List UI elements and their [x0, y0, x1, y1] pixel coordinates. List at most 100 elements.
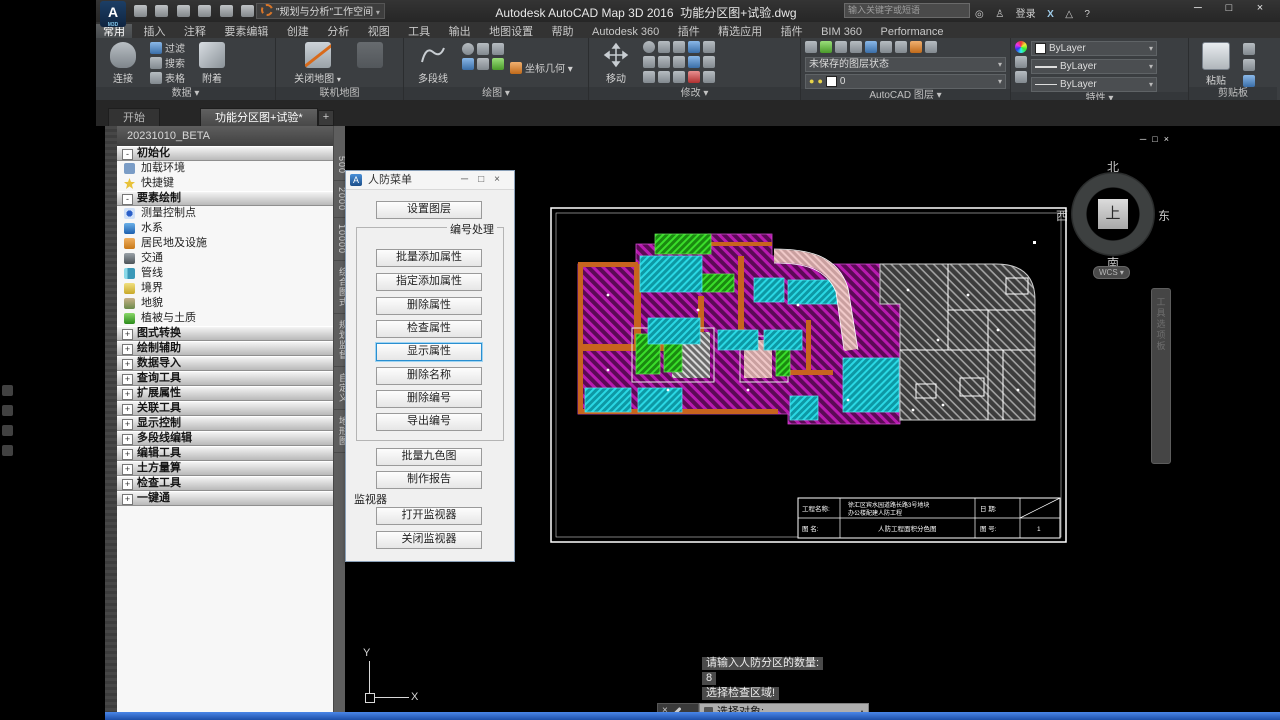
- object-color-dropdown[interactable]: ByLayer▾: [1031, 41, 1157, 56]
- undo-icon[interactable]: [220, 5, 233, 17]
- paste-special-icon[interactable]: [1243, 75, 1255, 87]
- doc-close-button[interactable]: ×: [1164, 134, 1175, 144]
- array-icon[interactable]: [688, 41, 700, 53]
- open-file-icon[interactable]: [155, 5, 168, 17]
- close-monitor-button[interactable]: 关闭监视器: [376, 531, 482, 549]
- infocenter-search-input[interactable]: 输入关键字或短语: [844, 3, 970, 18]
- table-button[interactable]: 表格: [150, 71, 185, 84]
- line-tool-icon[interactable]: [492, 43, 504, 55]
- layer-freeze-icon[interactable]: [850, 41, 862, 53]
- anchored-palette-bar[interactable]: 工具选项板: [1151, 288, 1171, 464]
- layer-match-icon[interactable]: [895, 41, 907, 53]
- save-file-icon[interactable]: [177, 5, 190, 17]
- edit-polyline-icon[interactable]: [688, 71, 700, 83]
- viewcube-top-face[interactable]: 上: [1098, 199, 1128, 229]
- section-extended-properties[interactable]: +扩展属性: [117, 386, 333, 401]
- connect-button[interactable]: 连接: [100, 41, 146, 85]
- join-icon[interactable]: [703, 71, 715, 83]
- dialog-minimize-button[interactable]: ─: [461, 174, 478, 185]
- search-button[interactable]: 搜索: [150, 56, 185, 69]
- plot-icon[interactable]: [198, 5, 211, 17]
- close-button[interactable]: ×: [1246, 2, 1274, 14]
- rotate-icon[interactable]: [643, 41, 655, 53]
- layer-off-icon[interactable]: [865, 41, 877, 53]
- paste-button[interactable]: 粘贴: [1193, 41, 1239, 87]
- stretch-icon[interactable]: [643, 56, 655, 68]
- attach-button[interactable]: 附着: [189, 41, 235, 85]
- batch-nine-color-button[interactable]: 批量九色图: [376, 448, 482, 466]
- section-initialization[interactable]: -初始化: [117, 146, 333, 161]
- section-edit-tools[interactable]: +编辑工具: [117, 446, 333, 461]
- lineweight-dropdown[interactable]: ByLayer▾: [1031, 59, 1157, 74]
- arc-tool-icon[interactable]: [477, 43, 489, 55]
- tree-item-water[interactable]: 水系: [117, 221, 333, 236]
- point-tool-icon[interactable]: [477, 58, 489, 70]
- export-number-button[interactable]: 导出编号: [376, 413, 482, 431]
- section-check-tools[interactable]: +检查工具: [117, 476, 333, 491]
- section-feature-drawing[interactable]: -要素绘制: [117, 191, 333, 206]
- section-query-tools[interactable]: +查询工具: [117, 371, 333, 386]
- layer-isolate-icon[interactable]: [835, 41, 847, 53]
- erase-icon[interactable]: [703, 56, 715, 68]
- open-monitor-button[interactable]: 打开监视器: [376, 507, 482, 525]
- break-icon[interactable]: [673, 71, 685, 83]
- section-earthwork[interactable]: +土方量算: [117, 461, 333, 476]
- viewcube[interactable]: 北 西 东 南 上 WCS ▾: [1068, 158, 1158, 278]
- batch-add-attribute-button[interactable]: 批量添加属性: [376, 249, 482, 267]
- layer-walk-icon[interactable]: [910, 41, 922, 53]
- section-polyline-edit[interactable]: +多段线编辑: [117, 431, 333, 446]
- tree-item-pipelines[interactable]: 管线: [117, 266, 333, 281]
- tree-item-residential[interactable]: 居民地及设施: [117, 236, 333, 251]
- cogo-button[interactable]: 坐标几何 ▾: [510, 61, 573, 74]
- show-attribute-button[interactable]: 显示属性: [376, 343, 482, 361]
- offset-icon[interactable]: [673, 56, 685, 68]
- trim-icon[interactable]: [673, 41, 685, 53]
- dialog-title-bar[interactable]: A 人防菜单 ─□×: [346, 171, 514, 190]
- linetype-dropdown[interactable]: ByLayer▾: [1031, 77, 1157, 92]
- scale-icon[interactable]: [688, 56, 700, 68]
- hatch-properties-icon[interactable]: [1015, 71, 1027, 83]
- communication-icon[interactable]: △: [1065, 9, 1073, 20]
- panel-label-draw[interactable]: 绘图 ▾: [404, 87, 588, 100]
- mirror-icon[interactable]: [658, 41, 670, 53]
- polygon-tool-icon[interactable]: [492, 58, 504, 70]
- tree-item-terrain[interactable]: 地貌: [117, 296, 333, 311]
- viewcube-east[interactable]: 东: [1156, 207, 1172, 224]
- help-icon[interactable]: ?: [1084, 9, 1090, 20]
- tree-item-vegetation[interactable]: 植被与土质: [117, 311, 333, 326]
- check-attribute-button[interactable]: 检查属性: [376, 320, 482, 338]
- workspace-switcher[interactable]: "规划与分析"工作空间 ▾: [256, 3, 385, 19]
- tree-item-load-environment[interactable]: 加载环境: [117, 161, 333, 176]
- tree-item-hotkeys[interactable]: 快捷键: [117, 176, 333, 191]
- layer-prev-icon[interactable]: [925, 41, 937, 53]
- search-icon[interactable]: ◎: [975, 9, 984, 20]
- filter-button[interactable]: 过滤: [150, 41, 185, 54]
- palette-header[interactable]: 20231010_BETA: [117, 126, 333, 146]
- rectangle-tool-icon[interactable]: [462, 58, 474, 70]
- fillet-icon[interactable]: [658, 56, 670, 68]
- layer-state-icon[interactable]: [820, 41, 832, 53]
- section-drawing-assist[interactable]: +绘制辅助: [117, 341, 333, 356]
- doc-restore-button[interactable]: □: [1152, 134, 1163, 144]
- tab-active-document[interactable]: 功能分区图+试验*: [200, 108, 318, 127]
- doc-minimize-button[interactable]: ─: [1140, 134, 1152, 144]
- tree-item-boundary[interactable]: 境界: [117, 281, 333, 296]
- layer-properties-icon[interactable]: [805, 41, 817, 53]
- wcs-menu[interactable]: WCS ▾: [1093, 266, 1130, 279]
- tree-item-traffic[interactable]: 交通: [117, 251, 333, 266]
- extend-icon[interactable]: [658, 71, 670, 83]
- lineweight-icon[interactable]: [1015, 56, 1027, 68]
- move-button[interactable]: 移动: [593, 41, 639, 85]
- user-icon[interactable]: ♙: [995, 9, 1004, 20]
- copy-clip-icon[interactable]: [1243, 59, 1255, 71]
- section-one-key[interactable]: +一键通: [117, 491, 333, 506]
- minimize-button[interactable]: ─: [1184, 2, 1212, 14]
- section-link-tools[interactable]: +关联工具: [117, 401, 333, 416]
- panel-label-modify[interactable]: 修改 ▾: [589, 87, 800, 100]
- delete-number-button[interactable]: 删除编号: [376, 390, 482, 408]
- delete-attribute-button[interactable]: 删除属性: [376, 297, 482, 315]
- layer-state-dropdown[interactable]: 未保存的图层状态▾: [805, 57, 1006, 72]
- exchange-apps-icon[interactable]: X: [1047, 9, 1054, 20]
- new-file-icon[interactable]: [134, 5, 147, 17]
- current-layer-dropdown[interactable]: ● ● 0▾: [805, 74, 1006, 89]
